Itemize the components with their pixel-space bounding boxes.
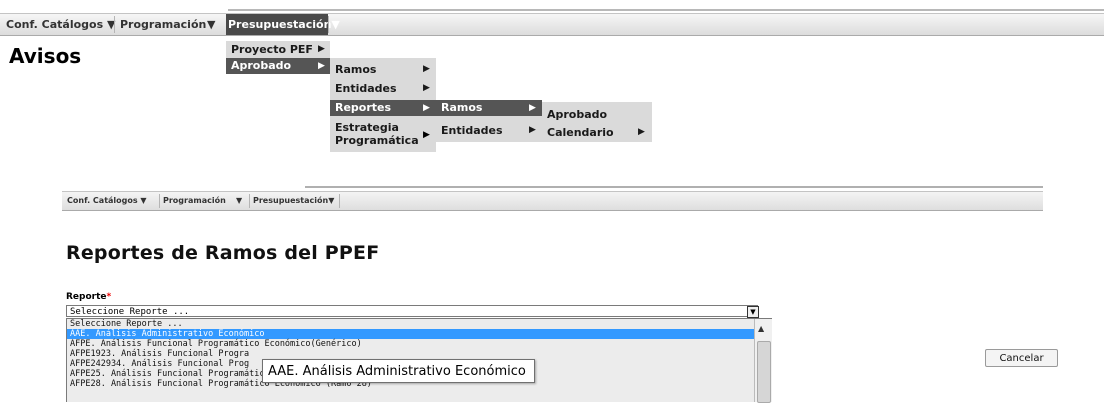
menu-item-aprobado[interactable]: Aprobado ▶ bbox=[226, 58, 330, 74]
menu-item-label: Reportes bbox=[335, 101, 392, 114]
menu-separator bbox=[114, 16, 115, 33]
reporte-select[interactable]: Seleccione Reporte ... bbox=[66, 305, 758, 317]
chevron-down-icon[interactable]: ▼ bbox=[747, 306, 759, 318]
cancel-button[interactable]: Cancelar bbox=[985, 349, 1058, 367]
chevron-right-icon: ▶ bbox=[638, 127, 645, 137]
list-item[interactable]: AFPE. Análisis Funcional Programático Ec… bbox=[67, 339, 771, 349]
menu-item-entidades[interactable]: Entidades ▶ bbox=[330, 82, 436, 95]
chevron-right-icon: ▶ bbox=[529, 125, 536, 135]
menu-separator bbox=[159, 194, 160, 208]
menu-item-ramos-calendario[interactable]: Calendario ▶ bbox=[542, 126, 652, 139]
menu-programacion[interactable]: Programación bbox=[163, 192, 226, 210]
secondary-menubar: Conf. Catálogos ▼ Programación ▼ Presupu… bbox=[62, 191, 1043, 211]
aprobado-submenu: Ramos ▶ Entidades ▶ Reportes ▶ Estrategi… bbox=[330, 58, 436, 152]
chevron-right-icon: ▶ bbox=[529, 103, 536, 113]
menu-programacion-dropdown-icon[interactable]: ▼ bbox=[207, 14, 215, 35]
menu-presupuestacion[interactable]: Presupuestación▼ bbox=[253, 192, 334, 210]
menu-item-label: Proyecto PEF bbox=[231, 43, 313, 56]
menu-item-estrategia-programatica[interactable]: Estrategia Programática bbox=[330, 121, 419, 147]
menu-item-label: Aprobado bbox=[547, 108, 608, 121]
chevron-right-icon: ▶ bbox=[423, 103, 430, 113]
menu-separator bbox=[339, 194, 340, 208]
scrollbar-thumb[interactable] bbox=[757, 341, 771, 403]
menu-separator bbox=[328, 16, 329, 33]
menu-item-ramos-aprobado[interactable]: Aprobado bbox=[542, 108, 652, 121]
list-item-highlighted[interactable]: AAE. Análisis Administrativo Económico bbox=[67, 329, 771, 339]
list-item[interactable]: Seleccione Reporte ... bbox=[67, 319, 771, 329]
menu-item-label: Ramos bbox=[335, 63, 377, 76]
reporte-label: Reporte* bbox=[66, 292, 111, 302]
page-title-reportes: Reportes de Ramos del PPEF bbox=[66, 242, 380, 264]
option-tooltip: AAE. Análisis Administrativo Económico bbox=[262, 359, 535, 383]
chevron-right-icon: ▶ bbox=[318, 44, 325, 54]
ramos-submenu: Aprobado Calendario ▶ bbox=[542, 102, 652, 142]
menu-item-reportes-ramos[interactable]: Ramos ▶ bbox=[436, 100, 542, 116]
chevron-right-icon: ▶ bbox=[423, 83, 430, 93]
menu-programacion-dropdown-icon[interactable]: ▼ bbox=[236, 192, 242, 210]
scroll-up-icon[interactable]: ▲ bbox=[758, 324, 764, 333]
menu-item-ramos[interactable]: Ramos ▶ bbox=[330, 63, 436, 76]
menu-item-reportes[interactable]: Reportes ▶ bbox=[330, 100, 436, 116]
chevron-right-icon: ▶ bbox=[318, 61, 325, 71]
menu-presupuestacion[interactable]: Presupuestación▼ bbox=[226, 14, 340, 35]
reportes-submenu: Ramos ▶ Entidades ▶ bbox=[436, 100, 542, 142]
menu-programacion[interactable]: Programación bbox=[120, 14, 206, 35]
menu-item-label: Calendario bbox=[547, 126, 614, 139]
options-scrollbar[interactable]: ▲ bbox=[754, 319, 772, 403]
menu-item-label: Estrategia Programática bbox=[335, 121, 419, 147]
required-mark: * bbox=[106, 292, 112, 302]
menu-item-label: Ramos bbox=[441, 101, 483, 114]
chevron-right-icon: ▶ bbox=[423, 130, 430, 140]
menu-item-proyecto-pef[interactable]: Proyecto PEF ▶ bbox=[226, 43, 330, 56]
menu-item-label: Entidades bbox=[335, 82, 397, 95]
menu-item-reportes-entidades[interactable]: Entidades ▶ bbox=[436, 124, 542, 137]
presupuestacion-submenu: Proyecto PEF ▶ Aprobado ▶ bbox=[226, 41, 330, 74]
page-title-avisos: Avisos bbox=[9, 44, 82, 68]
top-menubar: Conf. Catálogos ▼ Programación ▼ Presupu… bbox=[0, 13, 1104, 36]
secondary-divider bbox=[305, 186, 1043, 188]
list-item[interactable]: AFPE1923. Análisis Funcional Progra bbox=[67, 349, 771, 359]
chevron-right-icon: ▶ bbox=[423, 64, 430, 74]
reporte-label-text: Reporte bbox=[66, 292, 107, 302]
menu-item-label: Entidades bbox=[441, 124, 503, 137]
menu-item-label: Aprobado bbox=[231, 59, 292, 72]
menu-conf-catalogos[interactable]: Conf. Catálogos ▼ bbox=[6, 14, 115, 35]
menu-conf-catalogos[interactable]: Conf. Catálogos ▼ bbox=[67, 192, 147, 210]
menu-separator bbox=[249, 194, 250, 208]
top-divider bbox=[228, 9, 1104, 11]
